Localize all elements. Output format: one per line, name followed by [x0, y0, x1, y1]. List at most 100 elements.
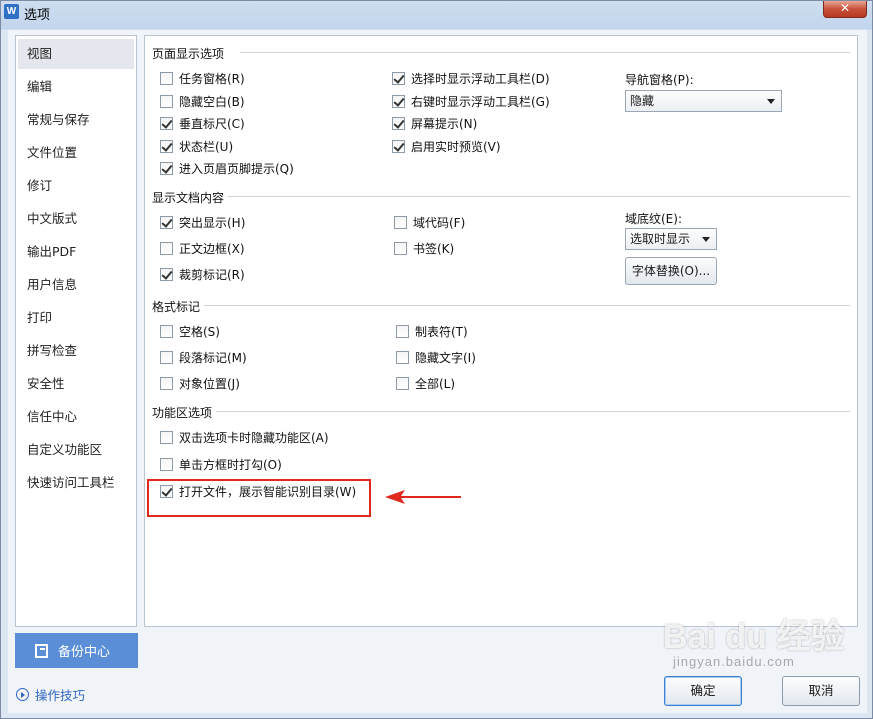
sidebar-item[interactable]: 自定义功能区: [18, 435, 134, 465]
dropdown-arrow-icon: [767, 99, 775, 104]
sidebar-item[interactable]: 常规与保存: [18, 105, 134, 135]
option-checkbox[interactable]: 右键时显示浮动工具栏(G): [392, 93, 550, 110]
settings-panel: 页面显示选项 任务窗格(R) 隐藏空白(B) 垂直标尺(C) 状态栏(U) 进入页眉页脚…: [144, 35, 858, 627]
sidebar-item[interactable]: 文件位置: [18, 138, 134, 168]
option-checkbox[interactable]: 段落标记(M): [160, 349, 247, 366]
option-checkbox[interactable]: 进入页眉页脚提示(Q): [160, 160, 294, 177]
sidebar-item[interactable]: 中文版式: [18, 204, 134, 234]
option-checkbox[interactable]: 隐藏文字(I): [396, 349, 476, 366]
sidebar-item[interactable]: 编辑: [18, 72, 134, 102]
option-label: 双击选项卡时隐藏功能区(A): [179, 431, 329, 445]
section-title-page-display: 页面显示选项: [152, 45, 229, 62]
wps-app-icon: W: [4, 4, 19, 19]
option-checkbox[interactable]: 域代码(F): [394, 214, 465, 231]
baidu-watermark-url: jingyan.baidu.com: [673, 654, 795, 669]
option-label: 状态栏(U): [179, 139, 234, 154]
option-checkbox[interactable]: 书签(K): [394, 240, 454, 257]
field-shading-value: 选取时显示: [630, 232, 691, 246]
option-label: 全部(L): [415, 377, 456, 391]
window-title: 选项: [24, 8, 51, 23]
option-checkbox[interactable]: 制表符(T): [396, 323, 468, 340]
option-checkbox[interactable]: 任务窗格(R): [160, 70, 245, 87]
checkbox-unchecked-icon[interactable]: [394, 242, 407, 255]
checkbox-checked-icon[interactable]: [160, 139, 173, 153]
option-label: 进入页眉页脚提示(Q): [179, 162, 294, 176]
option-checkbox[interactable]: 垂直标尺(C): [160, 115, 245, 132]
checkbox-unchecked-icon[interactable]: [160, 377, 173, 390]
checkbox-checked-icon[interactable]: [160, 268, 173, 281]
option-checkbox[interactable]: 裁剪标记(R): [160, 266, 245, 283]
nav-pane-label: 导航窗格(P):: [625, 73, 694, 87]
section-divider: [215, 411, 850, 412]
checkbox-unchecked-icon[interactable]: [160, 72, 173, 85]
sidebar-item[interactable]: 打印: [18, 303, 134, 333]
backup-center-label: 备份中心: [58, 645, 111, 660]
checkbox-unchecked-icon[interactable]: [160, 458, 173, 471]
option-checkbox[interactable]: 屏幕提示(N): [392, 115, 477, 132]
checkbox-checked-icon[interactable]: [392, 94, 405, 108]
checkbox-unchecked-icon[interactable]: [394, 216, 407, 229]
sidebar-item[interactable]: 拼写检查: [18, 336, 134, 366]
option-label: 隐藏空白(B): [179, 94, 245, 109]
baidu-watermark: Bai du 经验: [663, 618, 845, 656]
close-button[interactable]: ✕: [823, 1, 867, 18]
option-label: 段落标记(M): [179, 351, 247, 365]
checkbox-checked-icon[interactable]: [392, 139, 405, 153]
sidebar-item[interactable]: 用户信息: [18, 270, 134, 300]
option-label: 选择时显示浮动工具栏(D): [411, 72, 550, 86]
backup-icon: [35, 643, 48, 658]
option-label: 屏幕提示(N): [411, 117, 478, 131]
sidebar-item[interactable]: 视图: [18, 39, 134, 69]
option-checkbox[interactable]: 对象位置(J): [160, 375, 240, 392]
checkbox-checked-icon[interactable]: [160, 216, 173, 229]
option-label: 空格(S): [179, 325, 220, 339]
checkbox-unchecked-icon[interactable]: [396, 351, 409, 364]
dropdown-arrow-icon: [702, 237, 710, 242]
sidebar-item[interactable]: 修订: [18, 171, 134, 201]
sidebar-item[interactable]: 输出PDF: [18, 237, 134, 267]
option-label: 任务窗格(R): [179, 72, 245, 86]
section-divider: [227, 196, 850, 197]
font-replace-button[interactable]: 字体替换(O)...: [625, 257, 717, 285]
checkbox-checked-icon[interactable]: [392, 117, 405, 130]
option-checkbox[interactable]: 空格(S): [160, 323, 220, 340]
option-checkbox[interactable]: 全部(L): [396, 375, 455, 392]
option-checkbox[interactable]: 单击方框时打勾(O): [160, 456, 282, 473]
option-checkbox[interactable]: 隐藏空白(B): [160, 93, 245, 110]
tips-link-label: 操作技巧: [35, 688, 86, 703]
section-title-format-marks: 格式标记: [152, 298, 205, 315]
backup-center-button[interactable]: 备份中心: [15, 633, 138, 668]
sidebar-item[interactable]: 快速访问工具栏: [18, 468, 134, 498]
highlight-annotation-box: [147, 479, 371, 517]
checkbox-unchecked-icon[interactable]: [160, 325, 173, 338]
option-label: 右键时显示浮动工具栏(G): [411, 94, 550, 109]
option-checkbox[interactable]: 双击选项卡时隐藏功能区(A): [160, 429, 329, 446]
option-checkbox[interactable]: 状态栏(U): [160, 138, 233, 155]
checkbox-checked-icon[interactable]: [160, 117, 173, 130]
cancel-button[interactable]: 取消: [782, 676, 860, 706]
title-bar: W 选项 ✕: [1, 1, 872, 23]
option-checkbox[interactable]: 正文边框(X): [160, 240, 245, 257]
option-label: 裁剪标记(R): [179, 268, 245, 282]
checkbox-unchecked-icon[interactable]: [396, 325, 409, 338]
sidebar-item[interactable]: 安全性: [18, 369, 134, 399]
checkbox-unchecked-icon[interactable]: [160, 351, 173, 364]
option-label: 域代码(F): [413, 216, 466, 230]
tips-link[interactable]: 操作技巧: [16, 685, 85, 704]
option-checkbox[interactable]: 突出显示(H): [160, 214, 245, 231]
category-sidebar: 视图 编辑 常规与保存 文件位置 修订 中文版式 输出PDF 用户信息 打印 拼写检查 安全性 信任中…: [15, 35, 137, 627]
option-checkbox[interactable]: 选择时显示浮动工具栏(D): [392, 70, 550, 87]
option-label: 启用实时预览(V): [411, 139, 501, 154]
checkbox-unchecked-icon[interactable]: [160, 242, 173, 255]
option-checkbox[interactable]: 启用实时预览(V): [392, 138, 501, 155]
checkbox-unchecked-icon[interactable]: [396, 377, 409, 390]
checkbox-checked-icon[interactable]: [392, 72, 405, 85]
checkbox-unchecked-icon[interactable]: [160, 431, 173, 444]
ok-button[interactable]: 确定: [664, 676, 742, 706]
checkbox-checked-icon[interactable]: [160, 162, 173, 175]
option-label: 隐藏文字(I): [415, 351, 476, 365]
nav-pane-select[interactable]: 隐藏: [625, 90, 782, 112]
field-shading-select[interactable]: 选取时显示: [625, 228, 717, 250]
checkbox-unchecked-icon[interactable]: [160, 94, 173, 108]
sidebar-item[interactable]: 信任中心: [18, 402, 134, 432]
